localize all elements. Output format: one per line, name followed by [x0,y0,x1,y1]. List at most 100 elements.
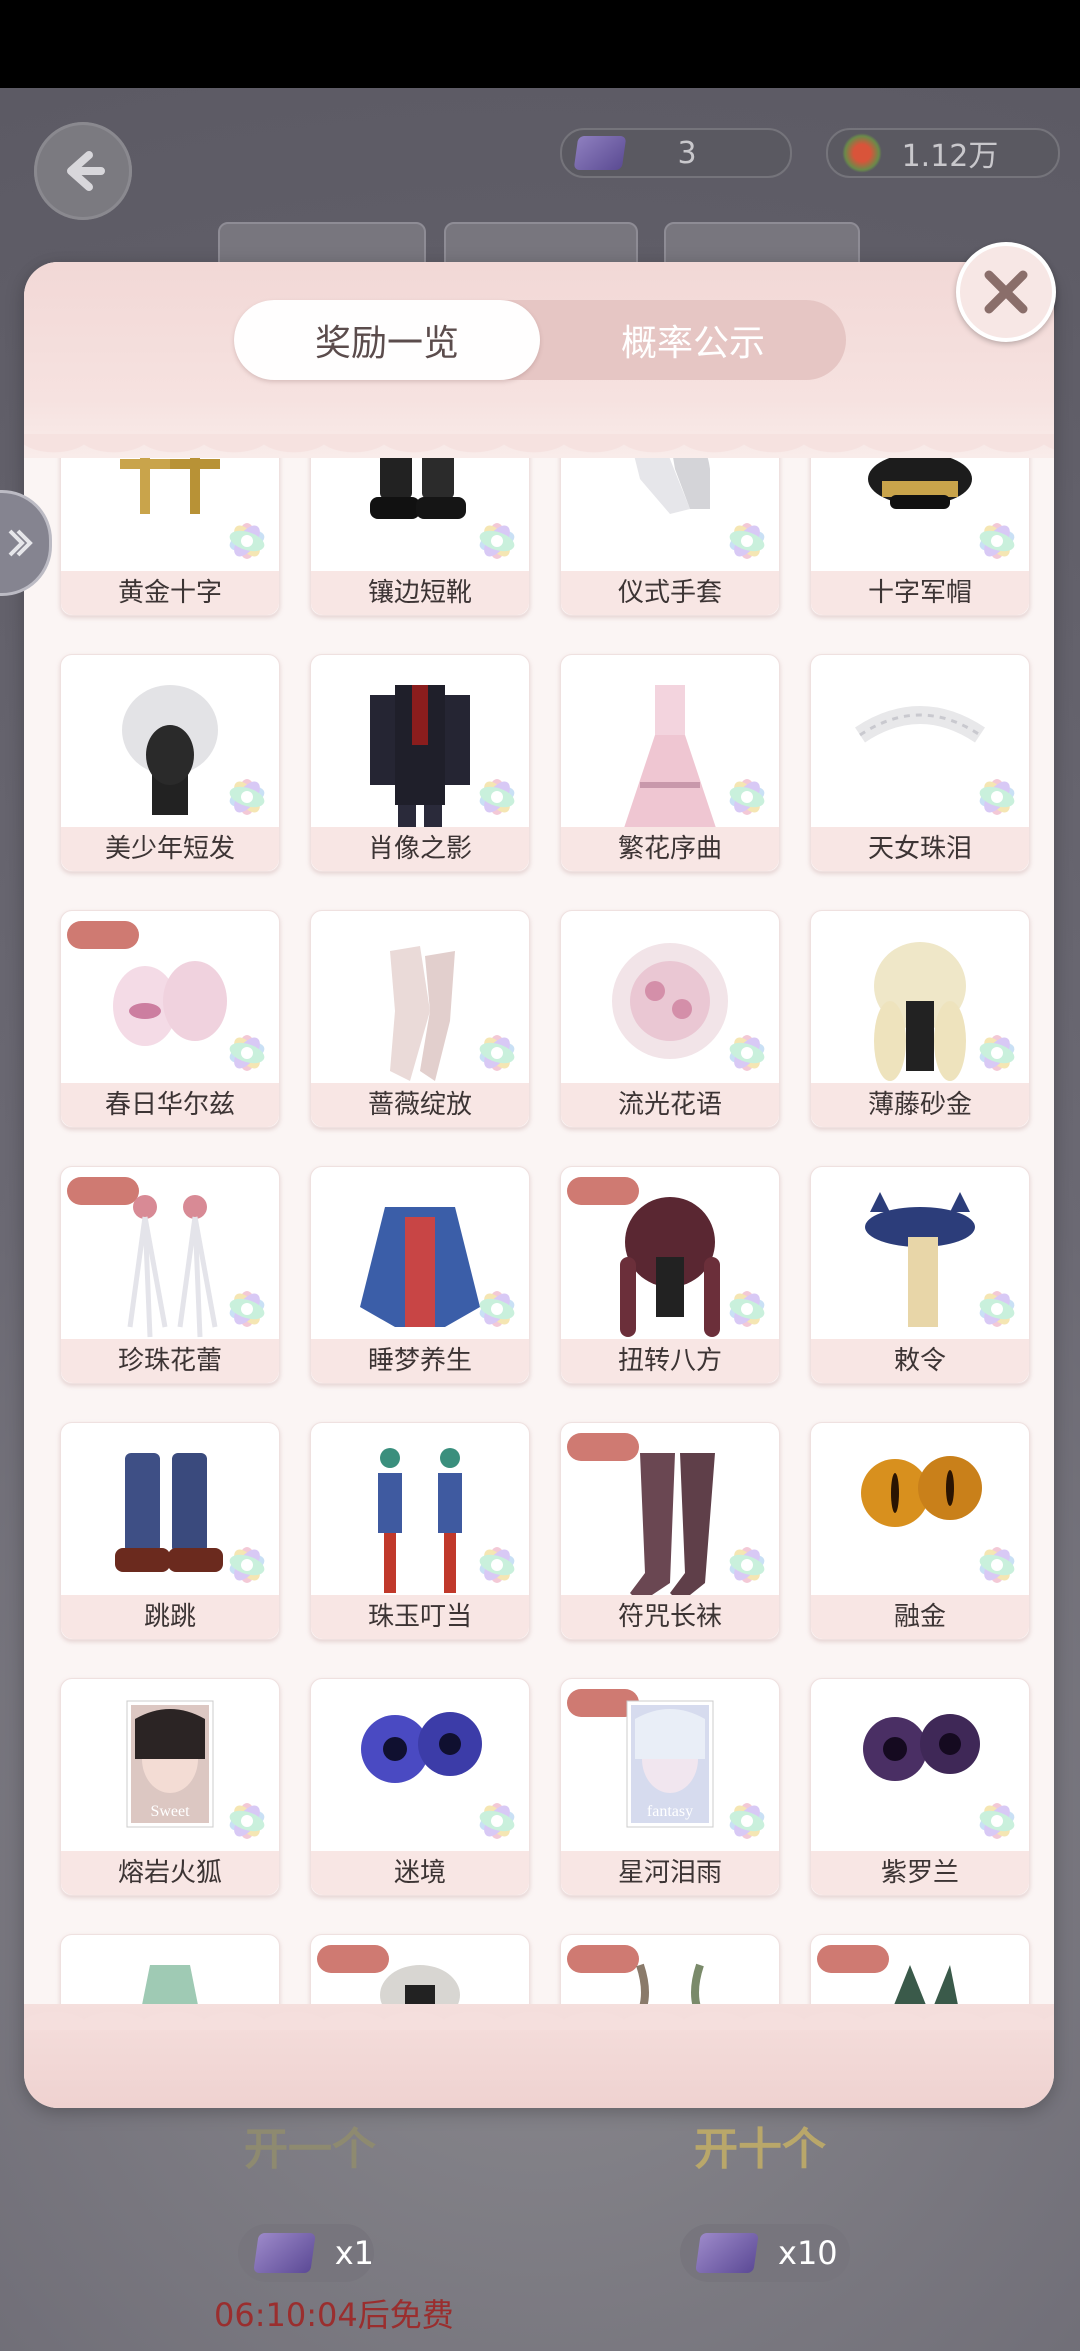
reward-modal: 奖励一览 概率公示 黄金十字 镶边短靴 仪式手套 十字军帽美少年短发 肖像之影 繁花序曲天… [24,262,1054,2108]
rarity-flower-icon [721,771,773,823]
white-short-hair-icon [100,675,240,829]
pearl-earrings-icon [100,1187,240,1351]
reward-card[interactable]: 仪式手套 [560,458,780,616]
rarity-flower-icon [221,1539,273,1591]
purple-eyes-icon [850,1699,990,1803]
rarity-flower-icon [971,771,1023,823]
cost-one-value: x1 [334,2234,374,2272]
reward-card[interactable]: 肖像之影 [310,654,530,872]
reward-name: 符咒长袜 [561,1595,779,1639]
status-bar [0,0,1080,88]
reward-card[interactable]: Sweet 熔岩火狐 [60,1678,280,1896]
reward-name: 扭转八方 [561,1339,779,1383]
military-cap-icon [860,458,980,533]
reward-grid-viewport[interactable]: 黄金十字 镶边短靴 仪式手套 十字军帽美少年短发 肖像之影 繁花序曲 天女珠泪春日华尔兹 蔷薇… [24,458,1054,2008]
reward-card[interactable]: 扭转八方 [560,1166,780,1384]
reward-name: 星河泪雨 [561,1851,779,1895]
tab-probability[interactable]: 概率公示 [540,300,846,380]
ticket-icon [573,136,627,170]
reward-card[interactable]: 春日华尔兹 [60,910,280,1128]
rarity-flower-icon [221,1795,273,1847]
reward-card[interactable]: 美少年短发 [60,654,280,872]
ticket-counter: 3 [560,128,792,178]
open-ten-button[interactable]: 开十个 [670,2112,850,2188]
close-icon [984,270,1028,314]
reward-card[interactable]: 流光花语 [560,910,780,1128]
reward-card[interactable]: 融金 [810,1422,1030,1640]
reward-card[interactable]: 跳跳 [60,1422,280,1640]
blonde-curly-hair-icon [850,931,990,1095]
reward-card[interactable]: fantasy 星河泪雨 [560,1678,780,1896]
currency-amount: 1.12万 [901,139,999,174]
gold-eyes-icon [850,1443,990,1547]
reward-card[interactable]: 十字军帽 [810,458,1030,616]
modal-header: 奖励一览 概率公示 [24,262,1054,482]
gloves-icon [610,458,730,533]
blue-boots-icon [100,1443,240,1597]
ticket-count: 3 [677,135,697,171]
rarity-flower-icon [971,1539,1023,1591]
rarity-flower-icon [721,1795,773,1847]
rarity-flower-icon [221,771,273,823]
tassel-earrings-icon [350,1443,490,1607]
cat-ear-hat-icon [850,1187,990,1341]
reward-card[interactable]: 敕令 [810,1166,1030,1384]
currency-counter: 1.12万 [826,128,1060,178]
rarity-flower-icon [221,1283,273,1335]
gold-cross-earrings-icon [110,458,230,533]
reward-card[interactable]: 符咒长袜 [560,1422,780,1640]
reward-name: 十字军帽 [811,571,1029,615]
cost-ten: x10 [680,2224,850,2282]
reward-name: 繁花序曲 [561,827,779,871]
rarity-flower-icon [221,515,273,567]
back-button[interactable] [34,122,132,220]
reward-name: 仪式手套 [561,571,779,615]
reward-card[interactable]: 紫罗兰 [810,1678,1030,1896]
open-one-button[interactable]: 开一个 [220,2112,400,2188]
cost-one: x1 [238,2224,374,2282]
card-caption: Sweet [150,1803,190,1820]
reward-name: 春日华尔兹 [61,1083,279,1127]
reward-card[interactable]: 繁花序曲 [560,654,780,872]
close-button[interactable] [956,242,1056,342]
rarity-flower-icon [471,1027,523,1079]
pearl-tiara-icon [845,675,995,779]
reward-name: 跳跳 [61,1595,279,1639]
reward-name: 紫罗兰 [811,1851,1029,1895]
long-socks-icon [600,1443,740,1617]
cost-ten-value: x10 [778,2234,838,2272]
ticket-icon [253,2233,316,2273]
card-caption: fantasy [646,1803,694,1820]
arrow-left-icon [67,151,105,191]
rarity-flower-icon [721,515,773,567]
reward-name: 天女珠泪 [811,827,1029,871]
reward-card[interactable]: 珍珠花蕾 [60,1166,280,1384]
rarity-flower-icon [971,1283,1023,1335]
rarity-flower-icon [471,515,523,567]
rarity-flower-icon [221,1027,273,1079]
boots-icon [360,458,480,533]
reward-name: 敕令 [811,1339,1029,1383]
gem-icon [842,133,882,173]
rarity-flower-icon [721,1539,773,1591]
rarity-flower-icon [471,1539,523,1591]
reward-card[interactable]: 睡梦养生 [310,1166,530,1384]
reward-card[interactable]: 迷境 [310,1678,530,1896]
pink-dress-icon [600,675,740,849]
reward-card[interactable]: 薄藤砂金 [810,910,1030,1128]
rarity-flower-icon [971,1795,1023,1847]
modal-footer [24,1978,1054,2108]
rarity-flower-icon [471,1795,523,1847]
reward-name: 迷境 [311,1851,529,1895]
reward-card[interactable]: 镶边短靴 [310,458,530,616]
tab-rewards[interactable]: 奖励一览 [234,300,540,380]
reward-name: 熔岩火狐 [61,1851,279,1895]
ticket-icon [695,2233,759,2273]
reward-card[interactable]: 天女珠泪 [810,654,1030,872]
reward-card[interactable]: 蔷薇绽放 [310,910,530,1128]
reward-card[interactable]: 珠玉叮当 [310,1422,530,1640]
rarity-flower-icon [471,771,523,823]
reward-card[interactable]: 黄金十字 [60,458,280,616]
reward-name: 蔷薇绽放 [311,1083,529,1127]
rarity-flower-icon [721,1283,773,1335]
